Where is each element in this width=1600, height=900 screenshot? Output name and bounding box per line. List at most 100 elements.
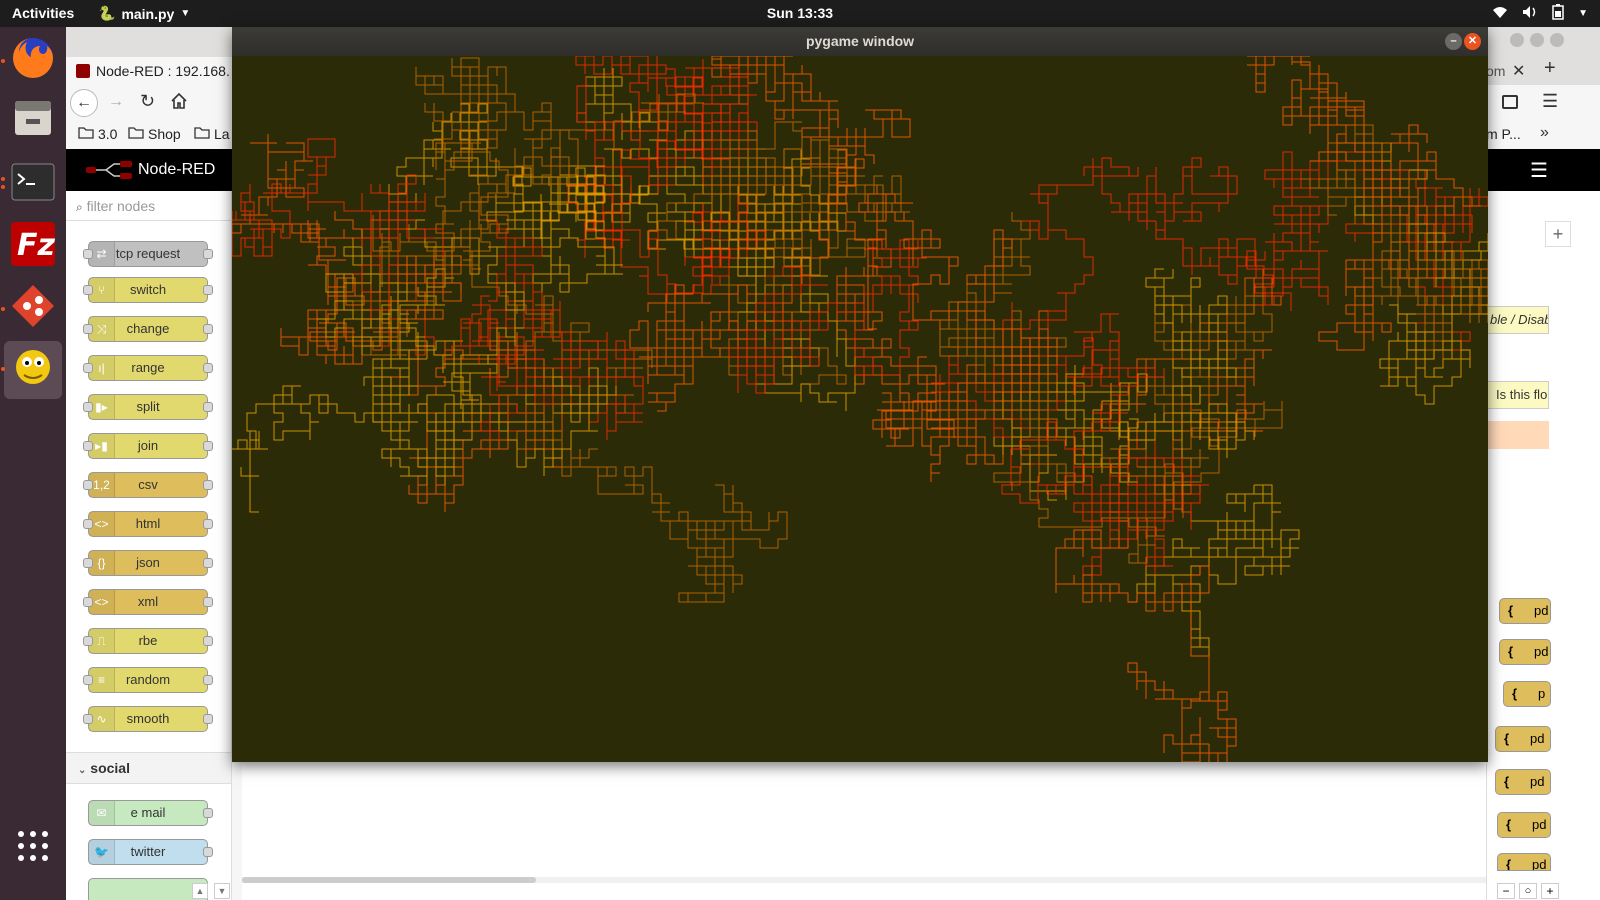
json-icon: { [1504, 731, 1510, 746]
palette-node[interactable]: ▮▸ split [83, 394, 213, 420]
bookmark-label: Shop [148, 126, 181, 142]
bookmark-right[interactable]: m P... [1486, 126, 1521, 142]
flow-node[interactable]: { pd [1497, 812, 1551, 838]
system-tray[interactable]: ▼ [1492, 4, 1588, 23]
zoom-in-button[interactable]: + [1541, 883, 1559, 899]
json-icon: { [1506, 817, 1512, 832]
twitter-icon: 🐦 [89, 840, 115, 864]
flow-node[interactable]: { pd [1495, 726, 1551, 752]
close-button[interactable]: ✕ [1464, 33, 1481, 50]
palette-node[interactable]: ≡ random [83, 667, 213, 693]
add-flow-button[interactable]: + [1545, 221, 1571, 247]
tab-node-red[interactable]: Node-RED : 192.168. [66, 57, 256, 85]
pygame-window: pygame window – ✕ [232, 27, 1488, 762]
comment-note[interactable]: Is this flo [1487, 381, 1549, 409]
palette-node[interactable]: ▸▮ join [83, 433, 213, 459]
firefox-launcher[interactable] [4, 31, 62, 89]
workspace-scroll-thumb[interactable] [242, 877, 536, 883]
maximize-browser-icon[interactable] [1530, 33, 1544, 47]
palette-node[interactable]: {} json [83, 550, 213, 576]
filezilla-launcher[interactable]: Fz [4, 217, 62, 275]
flow-node[interactable]: { pd [1497, 853, 1551, 871]
files-launcher[interactable] [4, 91, 62, 149]
node-red-logo-icon [86, 161, 132, 184]
minimize-button[interactable]: – [1445, 33, 1462, 50]
close-tab-icon[interactable]: ✕ [1512, 61, 1525, 81]
git-launcher[interactable] [4, 279, 62, 337]
flow-node[interactable]: { pd [1499, 598, 1551, 624]
bookmark-shop[interactable]: Shop [128, 126, 181, 142]
reload-button[interactable]: ↻ [140, 91, 155, 112]
firefox-icon [10, 35, 56, 86]
zoom-reset-button[interactable]: ○ [1519, 883, 1537, 899]
palette-node-label: csv [138, 477, 158, 492]
bookmark-la[interactable]: La [194, 126, 230, 142]
palette-node[interactable]: ∿ smooth [83, 706, 213, 732]
python-icon [10, 345, 56, 396]
minimize-browser-icon[interactable] [1510, 33, 1524, 47]
close-browser-icon[interactable] [1550, 33, 1564, 47]
pygame-canvas[interactable] [232, 56, 1488, 762]
bookmark-label: La [214, 126, 230, 142]
json-icon: { [1506, 857, 1512, 871]
back-arrow-icon: ← [76, 94, 92, 111]
forward-button[interactable]: → [108, 93, 124, 111]
palette-node[interactable]: <> html [83, 511, 213, 537]
close-icon: ✕ [1467, 35, 1478, 47]
home-button[interactable] [170, 92, 188, 115]
palette-node-label: split [136, 399, 160, 414]
palette-node-label: range [131, 360, 165, 375]
palette-node-label: switch [129, 282, 167, 297]
new-tab-icon[interactable]: + [1544, 57, 1556, 80]
zoom-out-button[interactable]: − [1497, 883, 1515, 899]
svg-text:Fz: Fz [17, 228, 55, 263]
email-icon: ✉ [89, 801, 115, 825]
palette-node-label: join [137, 438, 159, 453]
palette-node[interactable]: 🐦 twitter [88, 839, 213, 865]
node-red-menu-icon[interactable]: ☰ [1530, 158, 1548, 183]
right-tab-label[interactable]: om [1486, 63, 1505, 79]
bookmark-label: 3.0 [98, 126, 118, 142]
palette-node-label: e mail [130, 805, 166, 820]
palette-node[interactable]: ✉ e mail [88, 800, 213, 826]
palette-scroll-down-icon[interactable]: ▼ [214, 883, 230, 899]
category-social[interactable]: ⌄ social [66, 752, 231, 784]
random-walk-drawing [232, 56, 1488, 762]
sidebar-toggle-icon[interactable] [1502, 95, 1518, 109]
more-bookmarks-icon[interactable]: » [1540, 124, 1549, 142]
palette-node[interactable]: ⎍ rbe [83, 628, 213, 654]
bookmark-3-0[interactable]: 3.0 [78, 126, 117, 142]
flow-node[interactable]: { pd [1499, 639, 1551, 665]
python-launcher[interactable] [4, 341, 62, 399]
palette-node[interactable]: ı| range [83, 355, 213, 381]
filter-nodes-input[interactable]: ⌕ filter nodes [66, 191, 231, 221]
comment-note[interactable]: ble / Disab [1487, 306, 1549, 334]
terminal-launcher[interactable] [4, 155, 62, 213]
flow-node[interactable]: { p [1503, 681, 1551, 707]
workspace-h-scrollbar[interactable] [242, 877, 1486, 883]
flow-node-label: pd [1534, 644, 1549, 659]
back-button[interactable]: ← [70, 89, 98, 117]
palette-node[interactable]: 1,2 csv [83, 472, 213, 498]
palette-node-label: html [135, 516, 161, 531]
palette-node[interactable] [88, 878, 208, 900]
flow-node[interactable]: { pd [1495, 769, 1551, 795]
clock[interactable]: Sun 13:33 [0, 5, 1600, 21]
palette-node[interactable]: <> xml [83, 589, 213, 615]
palette-node[interactable]: ⇄ tcp request [83, 241, 213, 267]
hamburger-menu-icon[interactable]: ☰ [1542, 91, 1558, 112]
palette-node[interactable]: ⤨ change [83, 316, 213, 342]
flow-node-label: pd [1532, 857, 1547, 871]
pygame-titlebar[interactable]: pygame window – ✕ [232, 27, 1488, 56]
forward-arrow-icon: → [108, 93, 124, 110]
flow-node-label: pd [1530, 731, 1545, 746]
palette-scroll-up-icon[interactable]: ▲ [192, 883, 208, 899]
palette-node[interactable]: ⑂ switch [83, 277, 213, 303]
tab-title: Node-RED : 192.168. [96, 63, 230, 79]
chevron-down-icon: ▼ [1578, 8, 1588, 19]
flow-node-label: p [1538, 686, 1546, 701]
app-grid-launcher[interactable] [4, 819, 62, 877]
files-icon [12, 97, 54, 144]
note-label: ble / Disab [1490, 312, 1549, 327]
note-label: Is this flo [1496, 387, 1548, 402]
